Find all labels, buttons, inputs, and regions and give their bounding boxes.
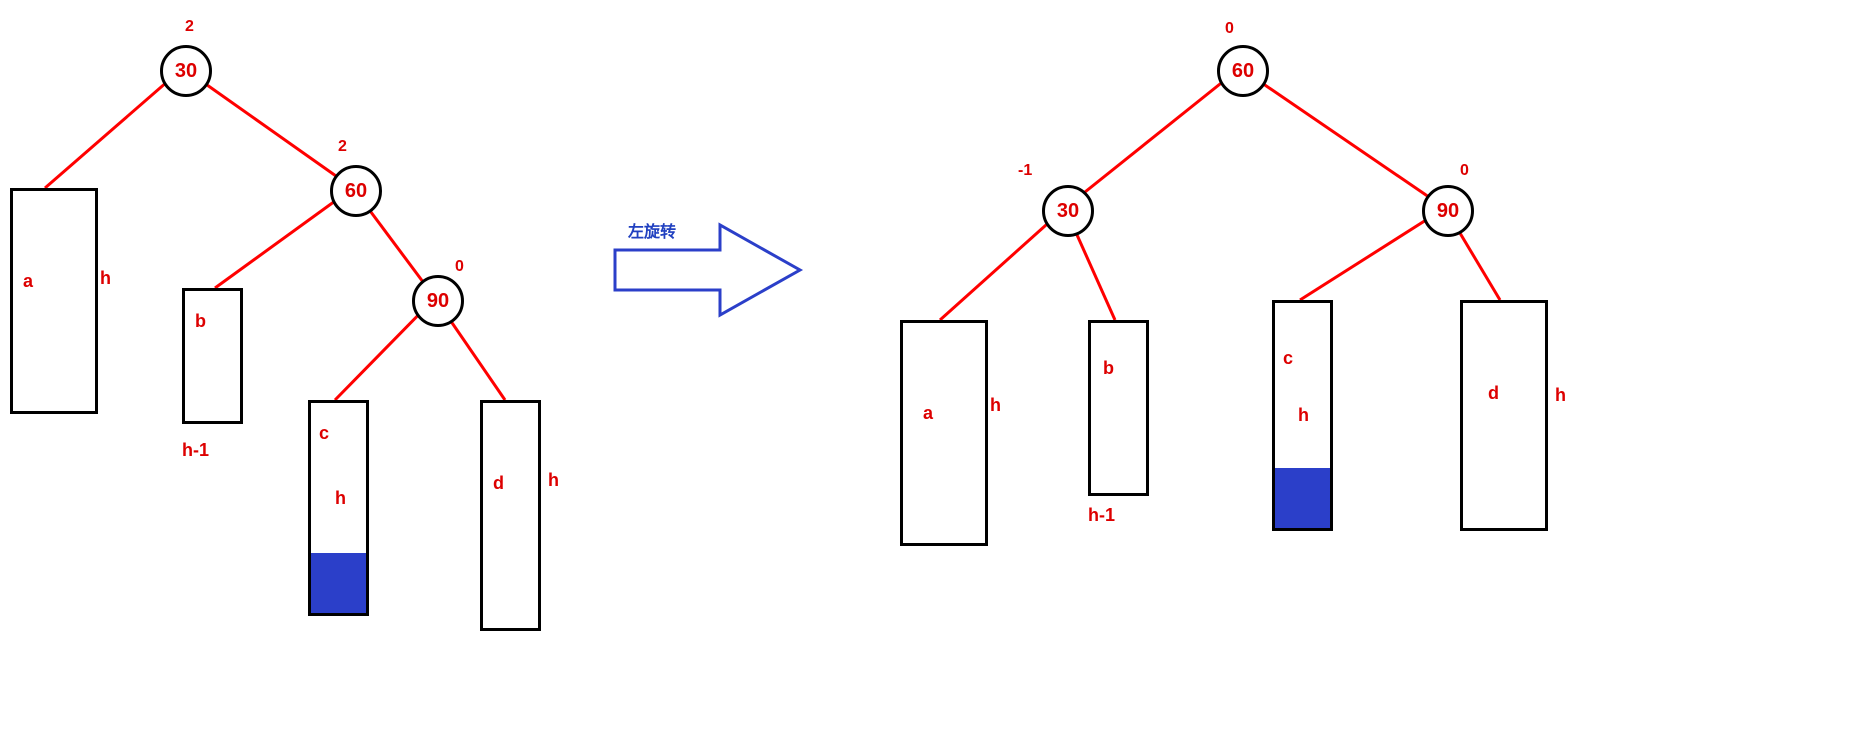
left-subtree-b-label: b (195, 311, 206, 332)
edge-right-n60-n90 (1240, 68, 1445, 208)
left-node-60-value: 60 (345, 180, 367, 203)
edge-right-n90-c (1300, 208, 1445, 300)
right-node-60: 60 (1217, 45, 1269, 97)
right-subtree-b: b (1088, 320, 1149, 496)
right-subtree-b-h: h-1 (1088, 505, 1115, 526)
right-node-60-value: 60 (1232, 60, 1254, 83)
left-node-90-balance: 0 (455, 258, 464, 276)
arrow-label: 左旋转 (628, 218, 676, 242)
right-subtree-d: d (1460, 300, 1548, 531)
right-node-30-value: 30 (1057, 200, 1079, 223)
right-node-90: 90 (1422, 185, 1474, 237)
left-subtree-d-h: h (548, 470, 559, 491)
left-subtree-d: d (480, 400, 541, 631)
left-subtree-c-h: h (335, 488, 346, 509)
left-subtree-c-label: c (319, 423, 329, 444)
right-subtree-a: a (900, 320, 988, 546)
right-subtree-a-label: a (923, 403, 933, 424)
right-subtree-d-label: d (1488, 383, 1499, 404)
right-node-90-balance: 0 (1460, 162, 1469, 180)
edge-left-n30-n60 (183, 68, 353, 188)
edge-right-n60-n30 (1065, 68, 1240, 208)
left-node-30-value: 30 (175, 60, 197, 83)
diagram-stage: 左旋转 30 2 60 2 90 0 a h b h-1 c h d h 60 … (0, 0, 1854, 743)
right-subtree-c-h: h (1298, 405, 1309, 426)
left-subtree-a-h: h (100, 268, 111, 289)
right-node-30: 30 (1042, 185, 1094, 237)
right-subtree-c-fill (1275, 468, 1330, 528)
right-node-60-balance: 0 (1225, 20, 1234, 38)
left-node-30-balance: 2 (185, 18, 194, 36)
right-subtree-d-h: h (1555, 385, 1566, 406)
left-subtree-d-label: d (493, 473, 504, 494)
left-node-60-balance: 2 (338, 138, 347, 156)
left-node-30: 30 (160, 45, 212, 97)
left-subtree-a: a (10, 188, 98, 414)
left-subtree-c-fill (311, 553, 366, 613)
right-node-90-value: 90 (1437, 200, 1459, 223)
left-subtree-a-label: a (23, 271, 33, 292)
right-node-30-balance: -1 (1018, 162, 1032, 180)
right-subtree-c-label: c (1283, 348, 1293, 369)
left-node-60: 60 (330, 165, 382, 217)
edge-left-n30-a (45, 68, 183, 188)
left-node-90: 90 (412, 275, 464, 327)
right-subtree-b-label: b (1103, 358, 1114, 379)
left-subtree-b-h: h-1 (182, 440, 209, 461)
right-subtree-a-h: h (990, 395, 1001, 416)
left-node-90-value: 90 (427, 290, 449, 313)
left-subtree-b: b (182, 288, 243, 424)
